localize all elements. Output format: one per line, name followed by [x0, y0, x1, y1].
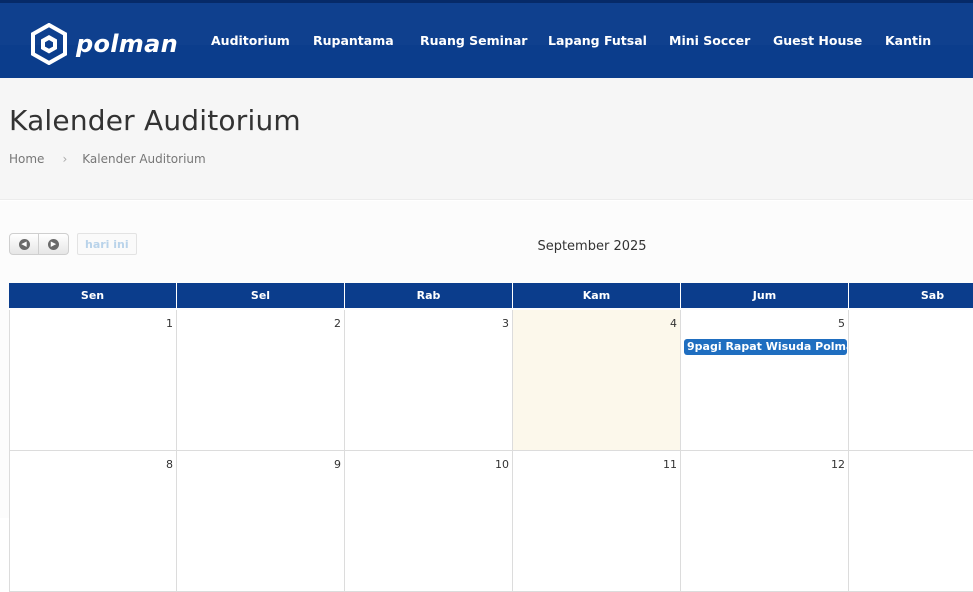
weekday-header-sel: Sel — [177, 283, 345, 308]
day-number: 1 — [166, 317, 173, 330]
breadcrumb-current: Kalender Auditorium — [82, 152, 206, 166]
day-number: 2 — [334, 317, 341, 330]
calendar-day-cell[interactable]: 1 — [9, 310, 177, 451]
calendar-day-cell[interactable]: 2 — [177, 310, 345, 451]
calendar-day-cell[interactable]: 12 — [681, 451, 849, 592]
calendar-day-cell[interactable]: 5 9pagi Rapat Wisuda Polman Tah — [681, 310, 849, 451]
event-time: 9pagi — [687, 340, 722, 353]
calendar-event[interactable]: 9pagi Rapat Wisuda Polman Tah — [684, 339, 847, 355]
day-number: 11 — [663, 458, 677, 471]
weekday-header-kam: Kam — [513, 283, 681, 308]
day-number: 9 — [334, 458, 341, 471]
nav-item-rupantama[interactable]: Rupantama — [313, 33, 394, 48]
day-number: 8 — [166, 458, 173, 471]
page-title: Kalender Auditorium — [9, 104, 301, 137]
calendar-day-cell[interactable]: 11 — [513, 451, 681, 592]
day-number: 10 — [495, 458, 509, 471]
calendar-day-cell[interactable] — [849, 451, 973, 592]
calendar-day-cell[interactable] — [849, 310, 973, 451]
nav-item-auditorium[interactable]: Auditorium — [211, 33, 290, 48]
calendar-day-cell[interactable]: 3 — [345, 310, 513, 451]
brand-name: polman — [76, 30, 178, 58]
event-title: Rapat Wisuda Polman Tah — [725, 340, 847, 353]
nav-item-kantin[interactable]: Kantin — [885, 33, 931, 48]
breadcrumb-home-link[interactable]: Home — [9, 152, 44, 166]
calendar-day-cell[interactable]: 8 — [9, 451, 177, 592]
nav-item-guest-house[interactable]: Guest House — [773, 33, 862, 48]
day-number: 5 — [838, 317, 845, 330]
day-number: 4 — [670, 317, 677, 330]
weekday-header-sen: Sen — [9, 283, 177, 308]
nav-item-ruang-seminar[interactable]: Ruang Seminar — [420, 33, 527, 48]
breadcrumb-separator-icon: › — [62, 152, 68, 166]
calendar-section: ◀ ▶ hari ini September 2025 Sen Sel Rab Kam… — [0, 201, 973, 592]
nav-item-mini-soccer[interactable]: Mini Soccer — [669, 33, 750, 48]
calendar-day-cell[interactable]: 10 — [345, 451, 513, 592]
page-header: Kalender Auditorium Home › Kalender Audi… — [0, 78, 973, 200]
top-navbar: polman Auditorium Rupantama Ruang Semina… — [0, 0, 973, 78]
month-title: September 2025 — [537, 239, 647, 254]
calendar-day-cell[interactable]: 9 — [177, 451, 345, 592]
nav-item-lapang-futsal[interactable]: Lapang Futsal — [548, 33, 647, 48]
breadcrumb: Home › Kalender Auditorium — [9, 152, 206, 166]
weekday-header-sab: Sab — [849, 283, 973, 308]
weekday-header-rab: Rab — [345, 283, 513, 308]
day-number: 3 — [502, 317, 509, 330]
weekday-header-jum: Jum — [681, 283, 849, 308]
day-number: 12 — [831, 458, 845, 471]
polman-logo-icon — [30, 23, 68, 65]
calendar-day-cell[interactable]: 4 — [513, 310, 681, 451]
brand-logo[interactable]: polman — [30, 23, 178, 65]
